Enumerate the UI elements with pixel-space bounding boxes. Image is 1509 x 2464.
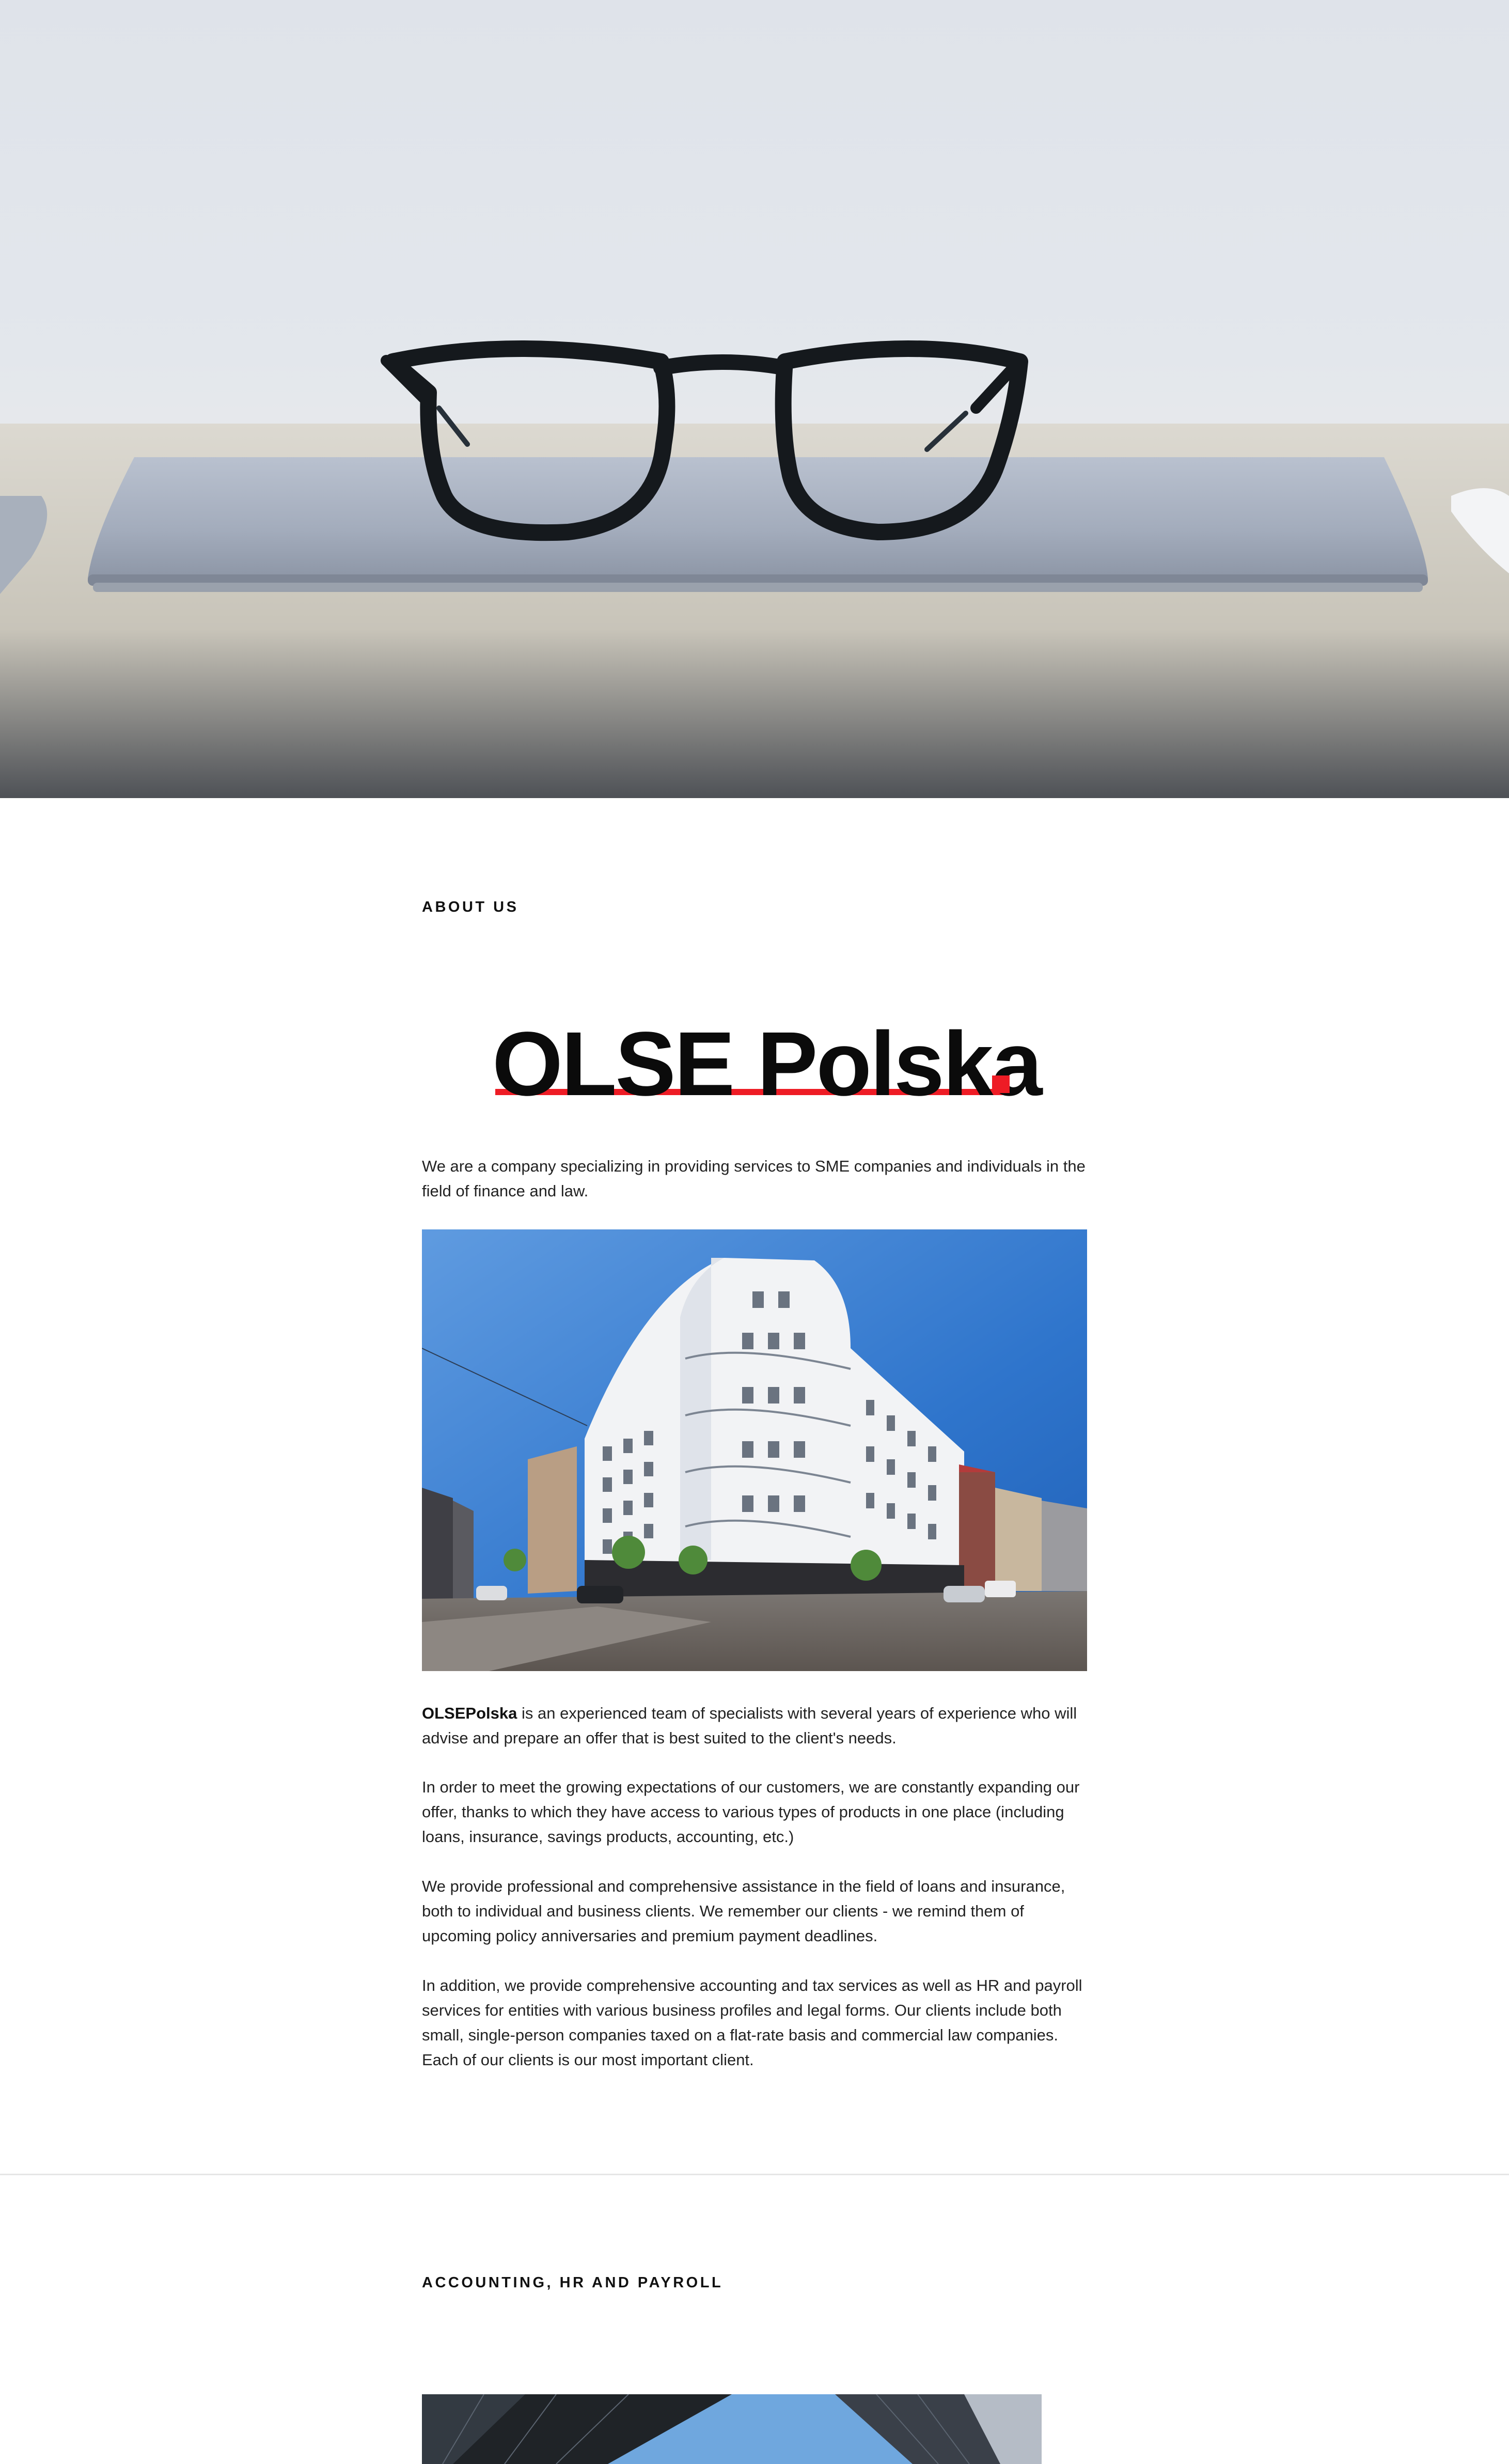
paragraph-assistance: We provide professional and comprehensiv…	[422, 1877, 1065, 1945]
paragraph-team: OLSEPolska is an experienced team of spe…	[422, 1701, 1087, 1751]
brand-name: OLSE Polska	[492, 1013, 1043, 1115]
paragraph-accounting: In addition, we provide comprehensive ac…	[422, 1976, 1082, 2069]
office-towers-photo	[422, 2394, 1042, 2464]
hero-image	[0, 0, 1509, 798]
brand-logo: OLSE Polska	[492, 1018, 1043, 1121]
brand-dot	[992, 1075, 1010, 1093]
glasses-on-laptop-photo	[0, 340, 1509, 798]
section-divider	[0, 2174, 1509, 2175]
brand-name-strong: OLSEPolska	[422, 1704, 517, 1722]
intro-text: We are a company specializing in providi…	[422, 1157, 1086, 1200]
paragraph-offer: In order to meet the growing expectation…	[422, 1778, 1080, 1846]
section-label-accounting: ACCOUNTING, HR AND PAYROLL	[422, 2274, 724, 2291]
paragraph-team-text: is an experienced team of specialists wi…	[422, 1704, 1077, 1747]
office-building-photo	[422, 1229, 1087, 1671]
section-label-about: ABOUT US	[422, 899, 519, 915]
